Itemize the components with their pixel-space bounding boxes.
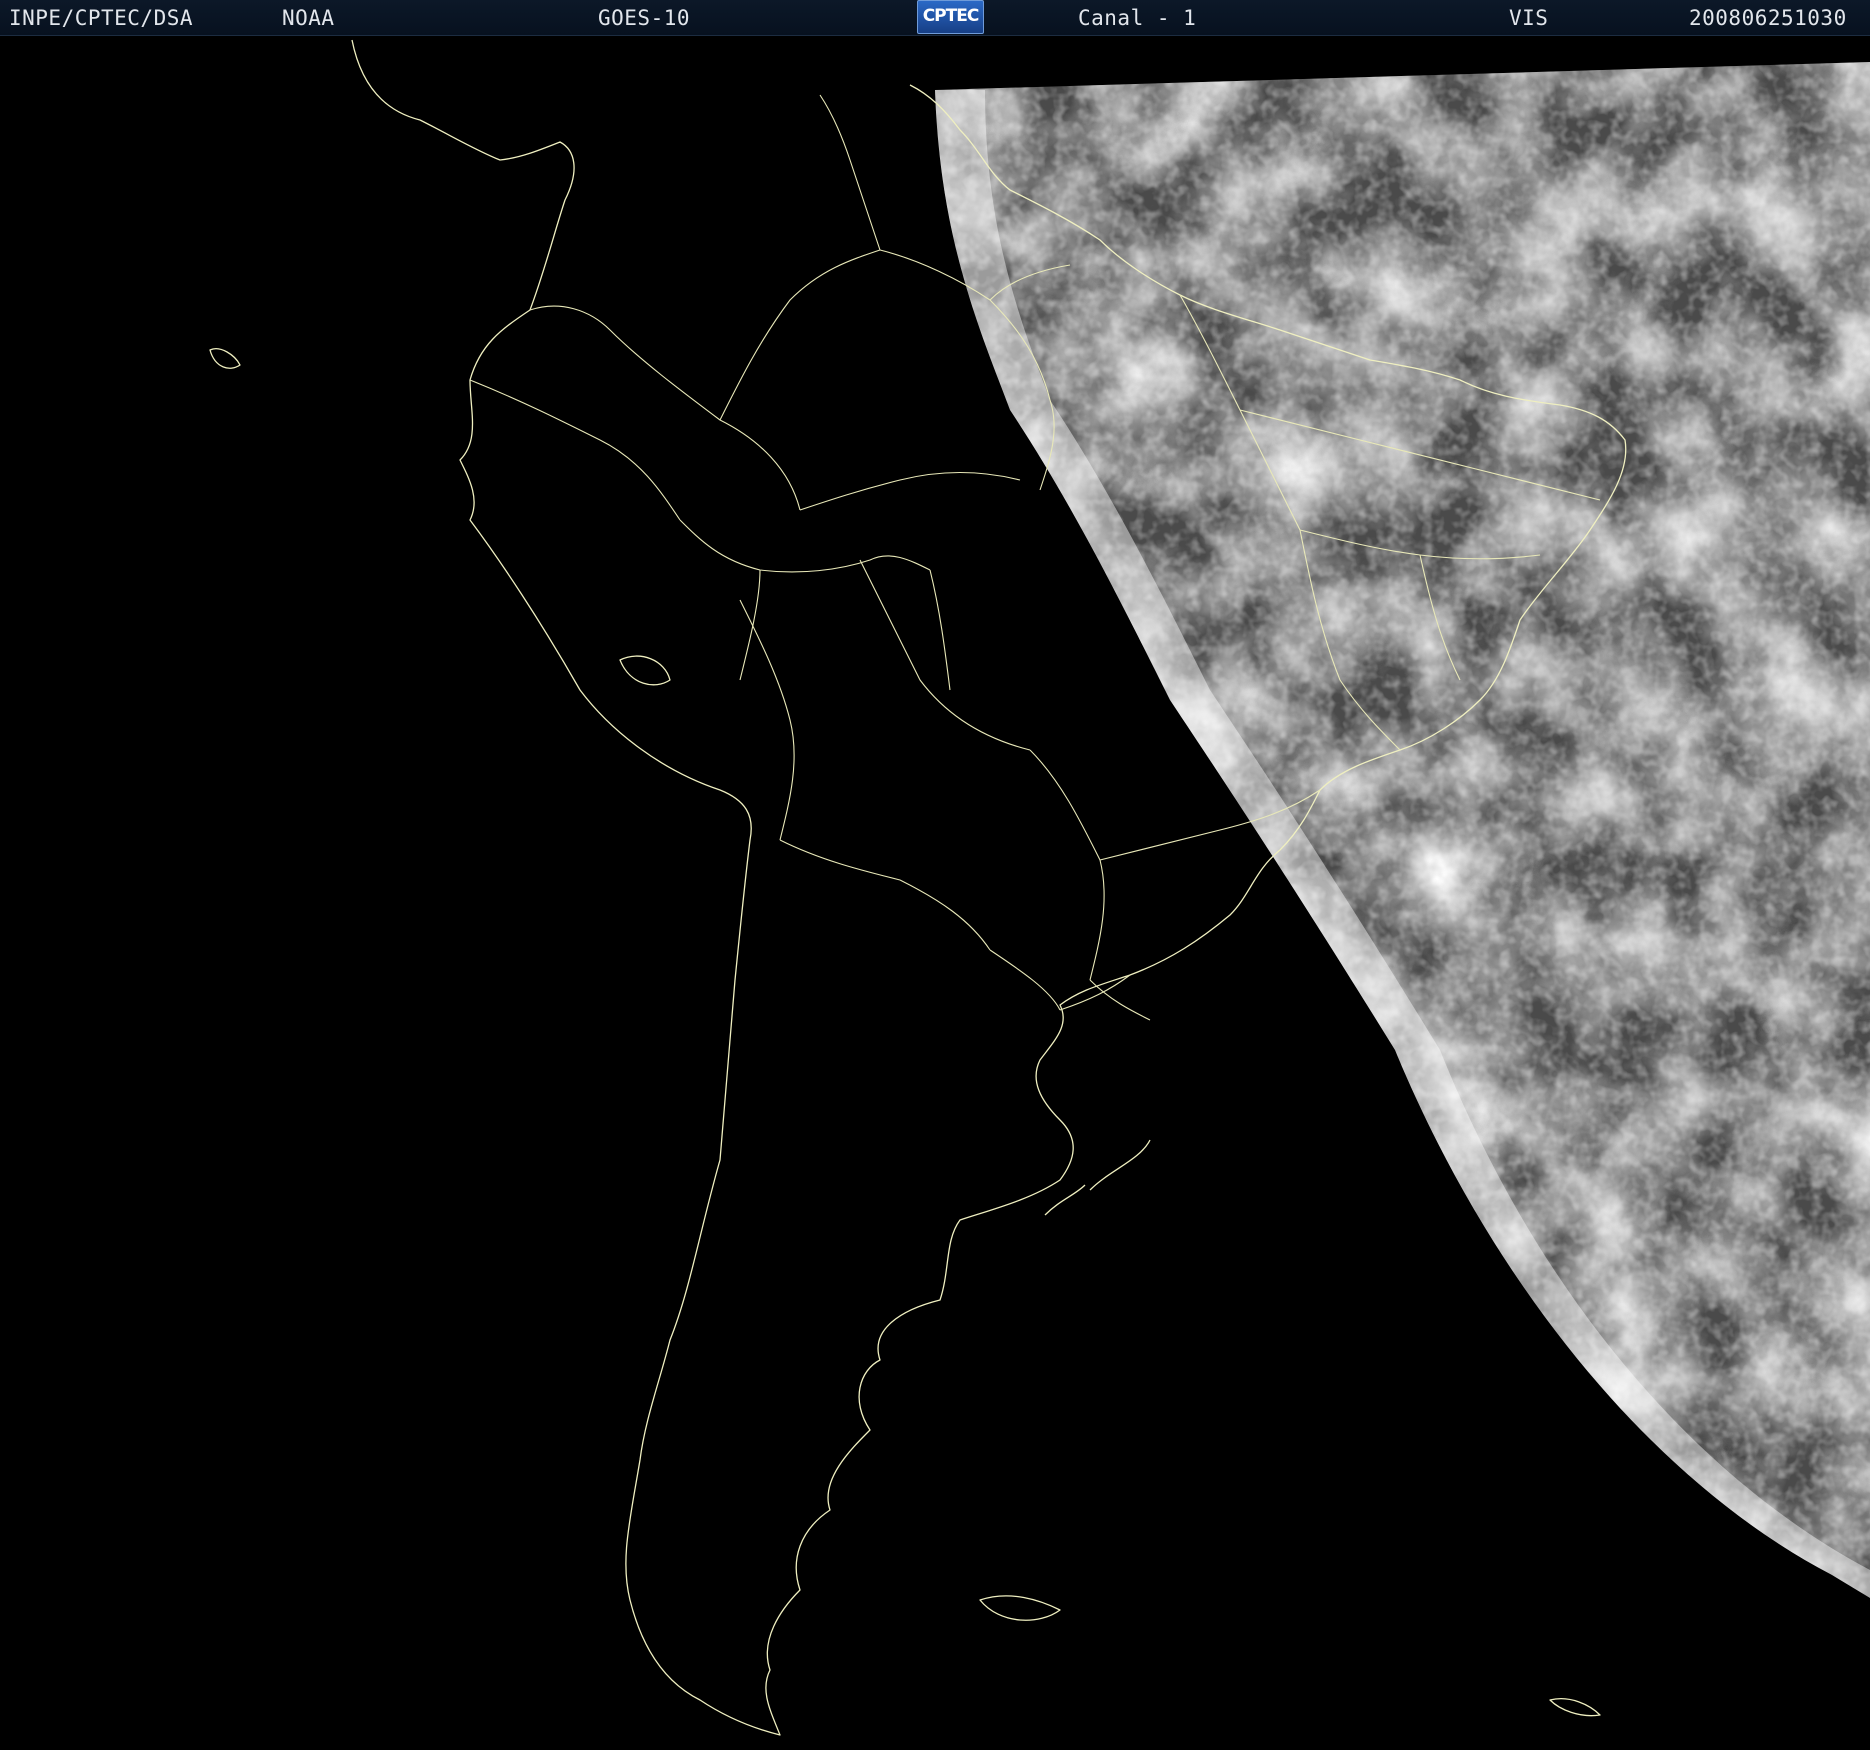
channel-label: Canal - 1 — [1078, 6, 1197, 30]
timestamp-label: 200806251030 — [1689, 6, 1847, 30]
logo-text: CPTEC — [922, 6, 980, 26]
cptec-logo: CPTEC — [917, 0, 984, 34]
satellite-label: GOES-10 — [598, 6, 691, 30]
daylight-imagery — [935, 62, 1870, 1598]
satellite-map — [209, 39, 1870, 1736]
operator-label: NOAA — [282, 6, 335, 30]
band-label: VIS — [1509, 6, 1549, 30]
image-header-bar: INPE/CPTEC/DSA NOAA GOES-10 CPTEC Canal … — [0, 0, 1870, 36]
satellite-image-viewer: INPE/CPTEC/DSA NOAA GOES-10 CPTEC Canal … — [0, 0, 1870, 1750]
agency-label: INPE/CPTEC/DSA — [9, 6, 194, 30]
